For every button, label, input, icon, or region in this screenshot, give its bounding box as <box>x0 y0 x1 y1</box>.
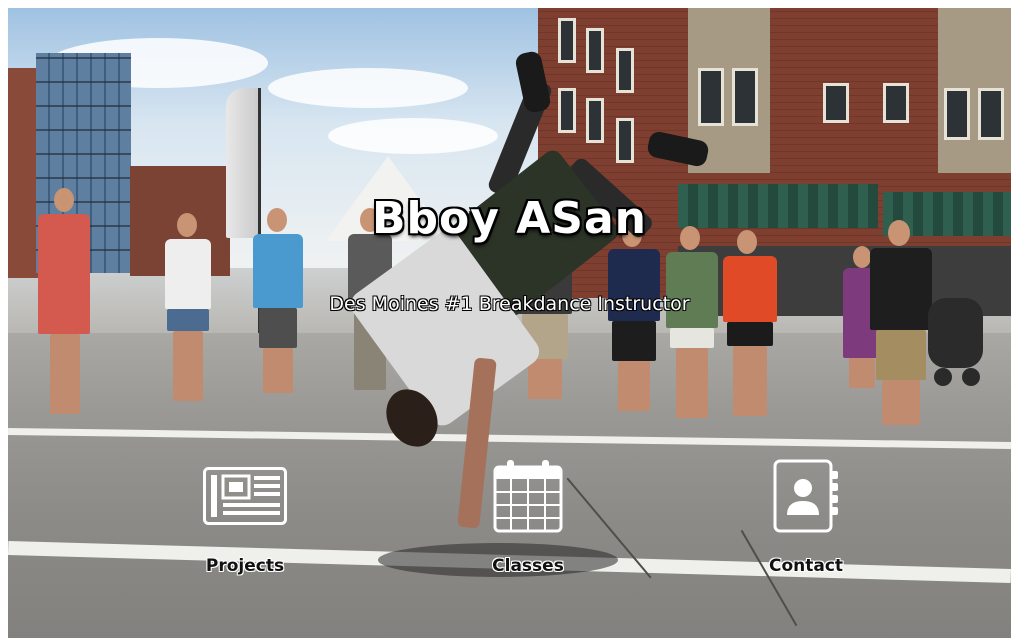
window <box>616 48 634 93</box>
nav-classes[interactable]: Classes <box>453 458 603 578</box>
hero-background: Bboy ASan Des Moines #1 Breakdance Instr… <box>8 8 1011 638</box>
window <box>978 88 1004 140</box>
window <box>558 18 576 63</box>
cloud <box>268 68 468 108</box>
nav-projects[interactable]: Projects <box>170 458 320 578</box>
nav-projects-label: Projects <box>205 556 285 576</box>
window <box>586 28 604 73</box>
newspaper-icon <box>202 458 288 534</box>
nav-contact-label: Contact <box>768 556 844 576</box>
nav-contact[interactable]: Contact <box>731 458 881 578</box>
window <box>698 68 724 126</box>
street-line <box>8 427 1011 450</box>
site-tagline: Des Moines #1 Breakdance Instructor <box>329 293 690 315</box>
cloud <box>328 118 498 154</box>
window <box>558 88 576 133</box>
window <box>823 83 849 123</box>
nav-classes-label: Classes <box>492 556 564 576</box>
address-book-icon <box>763 458 849 534</box>
calendar-icon <box>485 458 571 534</box>
window <box>944 88 970 140</box>
window <box>616 118 634 163</box>
bay-window <box>938 8 1011 173</box>
window <box>732 68 758 126</box>
window <box>586 98 604 143</box>
site-title: Bboy ASan <box>371 193 648 244</box>
window <box>883 83 909 123</box>
